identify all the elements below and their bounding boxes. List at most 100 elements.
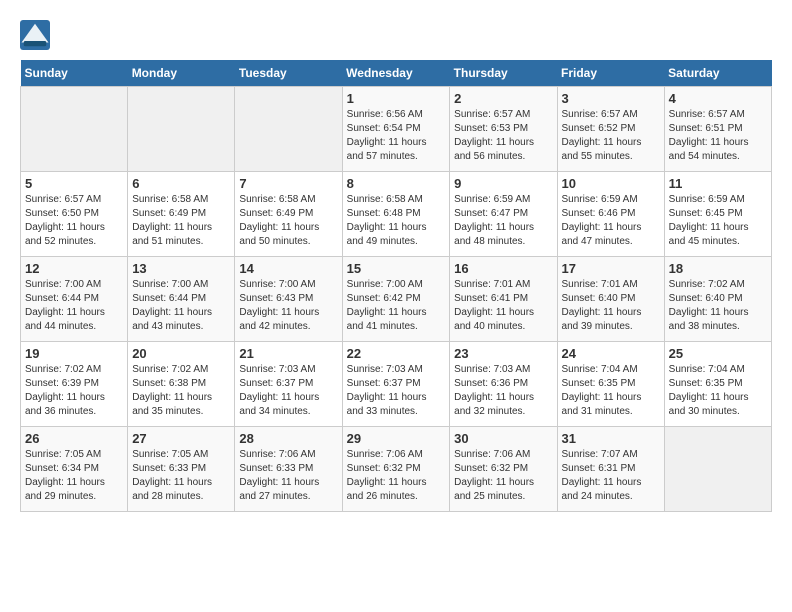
calendar-cell: 19 Sunrise: 7:02 AM Sunset: 6:39 PM Dayli… (21, 342, 128, 427)
day-info: Sunrise: 6:59 AM Sunset: 6:47 PM Dayligh… (454, 193, 552, 249)
calendar-cell: 13 Sunrise: 7:00 AM Sunset: 6:44 PM Dayli… (128, 257, 235, 342)
calendar-table: SundayMondayTuesdayWednesdayThursdayFrid… (20, 60, 772, 512)
day-number: 11 (669, 176, 767, 191)
day-number: 9 (454, 176, 552, 191)
day-info: Sunrise: 7:06 AM Sunset: 6:33 PM Dayligh… (239, 448, 337, 504)
day-number: 7 (239, 176, 337, 191)
day-info: Sunrise: 7:02 AM Sunset: 6:40 PM Dayligh… (669, 278, 767, 334)
day-number: 19 (25, 346, 123, 361)
calendar-cell: 22 Sunrise: 7:03 AM Sunset: 6:37 PM Dayli… (342, 342, 450, 427)
calendar-cell: 8 Sunrise: 6:58 AM Sunset: 6:48 PM Daylig… (342, 172, 450, 257)
day-number: 12 (25, 261, 123, 276)
day-number: 31 (562, 431, 660, 446)
day-number: 22 (347, 346, 446, 361)
days-of-week-row: SundayMondayTuesdayWednesdayThursdayFrid… (21, 60, 772, 87)
day-header-monday: Monday (128, 60, 235, 87)
calendar-cell: 20 Sunrise: 7:02 AM Sunset: 6:38 PM Dayli… (128, 342, 235, 427)
calendar-cell (21, 87, 128, 172)
day-info: Sunrise: 7:06 AM Sunset: 6:32 PM Dayligh… (454, 448, 552, 504)
calendar-cell: 18 Sunrise: 7:02 AM Sunset: 6:40 PM Dayli… (664, 257, 771, 342)
day-header-friday: Friday (557, 60, 664, 87)
day-info: Sunrise: 7:00 AM Sunset: 6:44 PM Dayligh… (132, 278, 230, 334)
calendar-cell: 24 Sunrise: 7:04 AM Sunset: 6:35 PM Dayli… (557, 342, 664, 427)
day-number: 10 (562, 176, 660, 191)
calendar-cell: 4Sunrise: 6:57 AM Sunset: 6:51 PM Daylig… (664, 87, 771, 172)
day-number: 14 (239, 261, 337, 276)
day-info: Sunrise: 7:05 AM Sunset: 6:33 PM Dayligh… (132, 448, 230, 504)
day-number: 5 (25, 176, 123, 191)
calendar-cell: 2Sunrise: 6:57 AM Sunset: 6:53 PM Daylig… (450, 87, 557, 172)
day-info: Sunrise: 6:56 AM Sunset: 6:54 PM Dayligh… (347, 108, 446, 164)
day-number: 20 (132, 346, 230, 361)
day-number: 27 (132, 431, 230, 446)
week-row-3: 19 Sunrise: 7:02 AM Sunset: 6:39 PM Dayli… (21, 342, 772, 427)
day-info: Sunrise: 7:00 AM Sunset: 6:43 PM Dayligh… (239, 278, 337, 334)
calendar-cell: 31 Sunrise: 7:07 AM Sunset: 6:31 PM Dayli… (557, 427, 664, 512)
calendar-cell: 11 Sunrise: 6:59 AM Sunset: 6:45 PM Dayli… (664, 172, 771, 257)
calendar-cell: 12 Sunrise: 7:00 AM Sunset: 6:44 PM Dayli… (21, 257, 128, 342)
calendar-cell: 30 Sunrise: 7:06 AM Sunset: 6:32 PM Dayli… (450, 427, 557, 512)
day-number: 13 (132, 261, 230, 276)
day-info: Sunrise: 7:01 AM Sunset: 6:40 PM Dayligh… (562, 278, 660, 334)
day-number: 8 (347, 176, 446, 191)
calendar-cell: 10 Sunrise: 6:59 AM Sunset: 6:46 PM Dayli… (557, 172, 664, 257)
day-number: 24 (562, 346, 660, 361)
logo-icon (20, 20, 50, 50)
page-header (20, 20, 772, 50)
day-info: Sunrise: 7:00 AM Sunset: 6:44 PM Dayligh… (25, 278, 123, 334)
day-info: Sunrise: 6:58 AM Sunset: 6:49 PM Dayligh… (132, 193, 230, 249)
calendar-cell: 6 Sunrise: 6:58 AM Sunset: 6:49 PM Daylig… (128, 172, 235, 257)
day-info: Sunrise: 7:02 AM Sunset: 6:38 PM Dayligh… (132, 363, 230, 419)
day-number: 23 (454, 346, 552, 361)
day-info: Sunrise: 7:03 AM Sunset: 6:37 PM Dayligh… (347, 363, 446, 419)
day-number: 21 (239, 346, 337, 361)
calendar-cell (664, 427, 771, 512)
day-info: Sunrise: 7:03 AM Sunset: 6:37 PM Dayligh… (239, 363, 337, 419)
day-info: Sunrise: 6:57 AM Sunset: 6:51 PM Dayligh… (669, 108, 767, 164)
day-info: Sunrise: 6:57 AM Sunset: 6:50 PM Dayligh… (25, 193, 123, 249)
calendar-cell: 14 Sunrise: 7:00 AM Sunset: 6:43 PM Dayli… (235, 257, 342, 342)
day-number: 3 (562, 91, 660, 106)
week-row-0: 1 Sunrise: 6:56 AM Sunset: 6:54 PM Daylig… (21, 87, 772, 172)
calendar-body: 1 Sunrise: 6:56 AM Sunset: 6:54 PM Daylig… (21, 87, 772, 512)
day-info: Sunrise: 7:03 AM Sunset: 6:36 PM Dayligh… (454, 363, 552, 419)
day-number: 30 (454, 431, 552, 446)
day-info: Sunrise: 7:04 AM Sunset: 6:35 PM Dayligh… (562, 363, 660, 419)
day-header-saturday: Saturday (664, 60, 771, 87)
day-info: Sunrise: 6:57 AM Sunset: 6:53 PM Dayligh… (454, 108, 552, 164)
week-row-2: 12 Sunrise: 7:00 AM Sunset: 6:44 PM Dayli… (21, 257, 772, 342)
day-number: 15 (347, 261, 446, 276)
day-info: Sunrise: 6:59 AM Sunset: 6:45 PM Dayligh… (669, 193, 767, 249)
day-info: Sunrise: 6:58 AM Sunset: 6:49 PM Dayligh… (239, 193, 337, 249)
day-info: Sunrise: 7:05 AM Sunset: 6:34 PM Dayligh… (25, 448, 123, 504)
calendar-cell: 21 Sunrise: 7:03 AM Sunset: 6:37 PM Dayli… (235, 342, 342, 427)
day-header-wednesday: Wednesday (342, 60, 450, 87)
logo (20, 20, 55, 50)
calendar-cell: 7 Sunrise: 6:58 AM Sunset: 6:49 PM Daylig… (235, 172, 342, 257)
calendar-cell: 23 Sunrise: 7:03 AM Sunset: 6:36 PM Dayli… (450, 342, 557, 427)
calendar-cell: 9 Sunrise: 6:59 AM Sunset: 6:47 PM Daylig… (450, 172, 557, 257)
day-number: 18 (669, 261, 767, 276)
calendar-cell: 28Sunrise: 7:06 AM Sunset: 6:33 PM Dayli… (235, 427, 342, 512)
week-row-1: 5 Sunrise: 6:57 AM Sunset: 6:50 PM Daylig… (21, 172, 772, 257)
day-info: Sunrise: 6:57 AM Sunset: 6:52 PM Dayligh… (562, 108, 660, 164)
day-header-thursday: Thursday (450, 60, 557, 87)
day-number: 1 (347, 91, 446, 106)
calendar-cell: 16Sunrise: 7:01 AM Sunset: 6:41 PM Dayli… (450, 257, 557, 342)
day-header-tuesday: Tuesday (235, 60, 342, 87)
day-info: Sunrise: 7:07 AM Sunset: 6:31 PM Dayligh… (562, 448, 660, 504)
day-number: 6 (132, 176, 230, 191)
calendar-cell: 27 Sunrise: 7:05 AM Sunset: 6:33 PM Dayli… (128, 427, 235, 512)
day-info: Sunrise: 6:59 AM Sunset: 6:46 PM Dayligh… (562, 193, 660, 249)
calendar-cell: 26 Sunrise: 7:05 AM Sunset: 6:34 PM Dayli… (21, 427, 128, 512)
calendar-cell (128, 87, 235, 172)
calendar-cell: 29Sunrise: 7:06 AM Sunset: 6:32 PM Dayli… (342, 427, 450, 512)
day-info: Sunrise: 6:58 AM Sunset: 6:48 PM Dayligh… (347, 193, 446, 249)
day-info: Sunrise: 7:01 AM Sunset: 6:41 PM Dayligh… (454, 278, 552, 334)
calendar-header: SundayMondayTuesdayWednesdayThursdayFrid… (21, 60, 772, 87)
day-info: Sunrise: 7:02 AM Sunset: 6:39 PM Dayligh… (25, 363, 123, 419)
calendar-cell: 15 Sunrise: 7:00 AM Sunset: 6:42 PM Dayli… (342, 257, 450, 342)
day-number: 26 (25, 431, 123, 446)
day-info: Sunrise: 7:00 AM Sunset: 6:42 PM Dayligh… (347, 278, 446, 334)
calendar-cell: 17Sunrise: 7:01 AM Sunset: 6:40 PM Dayli… (557, 257, 664, 342)
